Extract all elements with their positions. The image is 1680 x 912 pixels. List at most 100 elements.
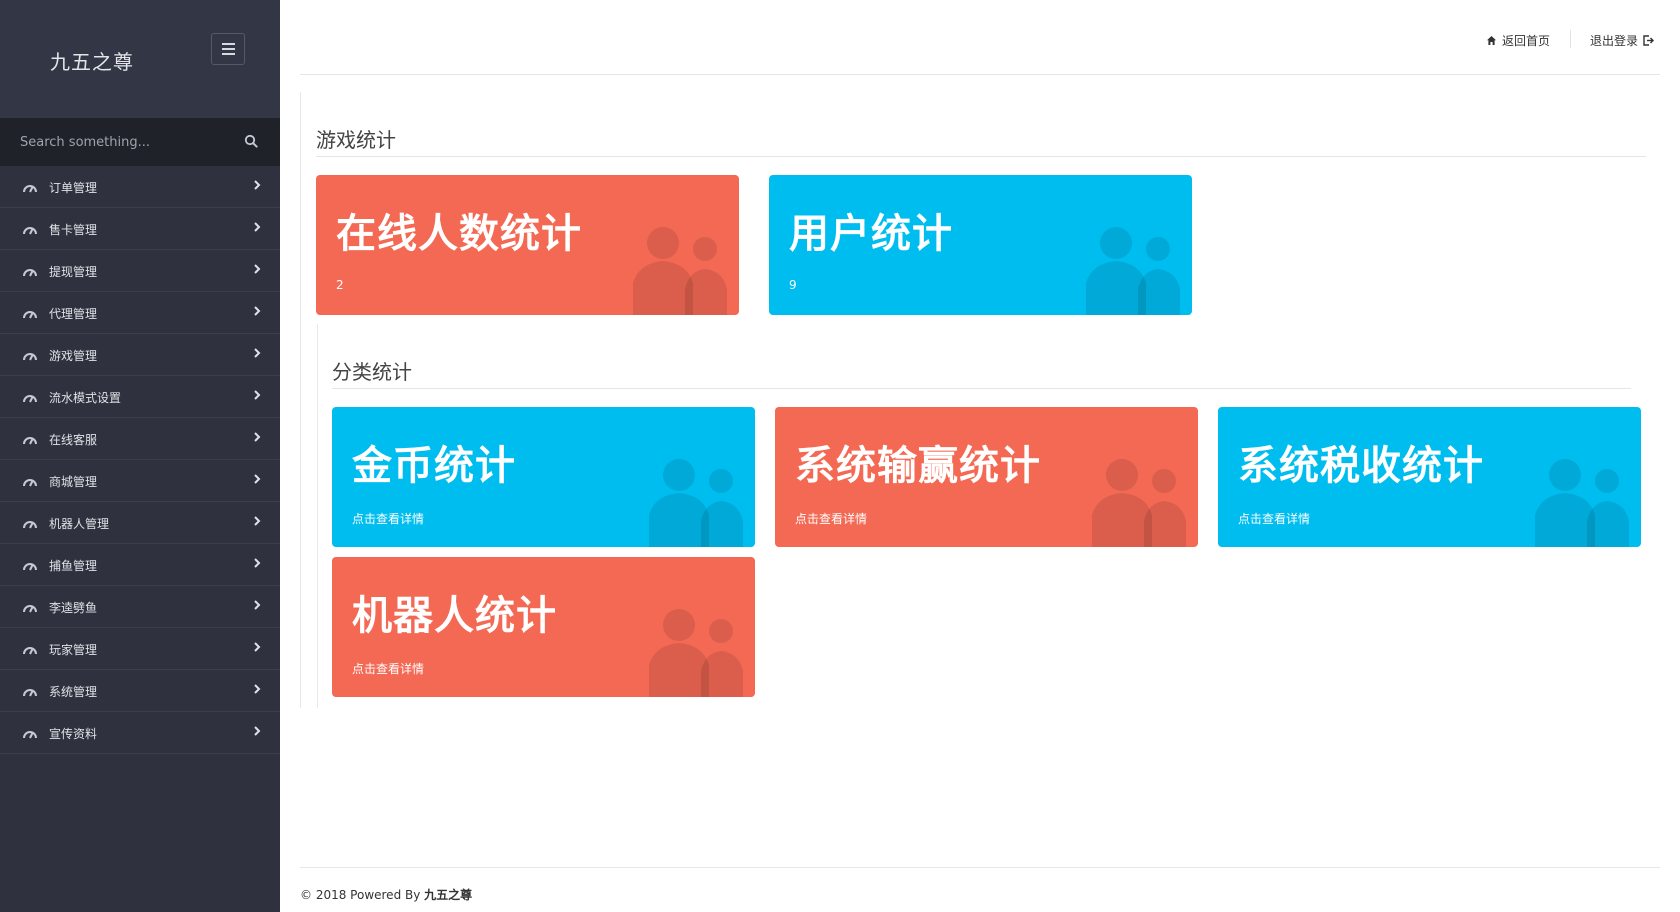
card-title: 系统税收统计 — [1238, 443, 1484, 489]
section-divider — [316, 156, 1646, 157]
sidebar-item-flow-mode[interactable]: 流水模式设置 — [0, 376, 280, 418]
sidebar-item-promo[interactable]: 宣传资料 — [0, 712, 280, 754]
footer-text: © 2018 Powered By 九五之尊 — [300, 886, 472, 903]
sidebar-item-label: 代理管理 — [49, 307, 98, 321]
sidebar-item-mall[interactable]: 商城管理 — [0, 460, 280, 502]
chevron-right-icon — [254, 684, 261, 694]
sidebar-item-label: 机器人管理 — [49, 517, 110, 531]
app-root: 九五之尊 订单管理 售卡管理 — [0, 0, 1680, 912]
card-detail-link[interactable]: 点击查看详情 — [352, 510, 424, 527]
system-win-loss-card[interactable]: 系统输赢统计 点击查看详情 — [775, 407, 1198, 547]
users-icon — [1092, 459, 1186, 547]
chevron-right-icon — [254, 390, 261, 400]
sidebar-item-likui-fish[interactable]: 李逵劈鱼 — [0, 586, 280, 628]
sidebar-item-order[interactable]: 订单管理 — [0, 166, 280, 208]
dashboard-gauge-icon — [23, 227, 37, 235]
chevron-right-icon — [254, 474, 261, 484]
chevron-right-icon — [254, 348, 261, 358]
sidebar-item-label: 捕鱼管理 — [49, 559, 98, 573]
chevron-right-icon — [254, 222, 261, 232]
sidebar-item-label: 商城管理 — [49, 475, 98, 489]
chevron-right-icon — [254, 306, 261, 316]
robot-stats-card[interactable]: 机器人统计 点击查看详情 — [332, 557, 755, 697]
footer: © 2018 Powered By 九五之尊 — [300, 867, 1660, 912]
card-title: 在线人数统计 — [336, 211, 582, 257]
chevron-right-icon — [254, 180, 261, 190]
card-value: 9 — [789, 278, 797, 292]
home-link[interactable]: 返回首页 — [1486, 32, 1550, 49]
dashboard-gauge-icon — [23, 395, 37, 403]
coin-stats-card[interactable]: 金币统计 点击查看详情 — [332, 407, 755, 547]
game-stats-title: 游戏统计 — [316, 128, 396, 152]
chevron-right-icon — [254, 264, 261, 274]
card-title: 系统输赢统计 — [795, 443, 1041, 489]
dashboard-gauge-icon — [23, 605, 37, 613]
main-content: 游戏统计 在线人数统计 2 用户统计 9 分类统计 金币统计 点击查看详情 系统… — [300, 92, 1660, 708]
dashboard-gauge-icon — [23, 647, 37, 655]
system-tax-card[interactable]: 系统税收统计 点击查看详情 — [1218, 407, 1641, 547]
logout-link-label: 退出登录 — [1590, 34, 1639, 48]
chevron-right-icon — [254, 558, 261, 568]
card-detail-link[interactable]: 点击查看详情 — [352, 660, 424, 677]
sidebar-item-system[interactable]: 系统管理 — [0, 670, 280, 712]
online-count-card[interactable]: 在线人数统计 2 — [316, 175, 739, 315]
top-bar: 返回首页 退出登录 — [300, 0, 1660, 75]
inner-panel-border — [317, 324, 318, 708]
sidebar-search — [0, 118, 280, 166]
user-stats-card[interactable]: 用户统计 9 — [769, 175, 1192, 315]
dashboard-gauge-icon — [23, 437, 37, 445]
sidebar-item-online-service[interactable]: 在线客服 — [0, 418, 280, 460]
sidebar-item-player[interactable]: 玩家管理 — [0, 628, 280, 670]
users-icon — [1535, 459, 1629, 547]
dashboard-gauge-icon — [23, 353, 37, 361]
dashboard-gauge-icon — [23, 311, 37, 319]
brand-title: 九五之尊 — [50, 50, 134, 74]
sidebar-item-label: 玩家管理 — [49, 643, 98, 657]
search-input[interactable] — [0, 118, 280, 166]
sidebar-toggle-button[interactable] — [211, 33, 245, 65]
brand-area: 九五之尊 — [0, 0, 280, 118]
users-icon — [633, 227, 727, 315]
sign-out-icon — [1643, 35, 1655, 46]
home-icon — [1487, 36, 1496, 45]
footer-copyright: © 2018 Powered By — [300, 888, 421, 902]
users-icon — [649, 459, 743, 547]
dashboard-gauge-icon — [23, 479, 37, 487]
chevron-right-icon — [254, 726, 261, 736]
card-title: 用户统计 — [789, 211, 953, 257]
sidebar-item-label: 提现管理 — [49, 265, 98, 279]
chevron-right-icon — [254, 642, 261, 652]
card-value: 2 — [336, 278, 344, 292]
chevron-right-icon — [254, 432, 261, 442]
dashboard-gauge-icon — [23, 731, 37, 739]
sidebar-item-game[interactable]: 游戏管理 — [0, 334, 280, 376]
sidebar-item-card-sales[interactable]: 售卡管理 — [0, 208, 280, 250]
sidebar-item-label: 李逵劈鱼 — [49, 601, 98, 615]
footer-brand: 九五之尊 — [424, 888, 473, 902]
card-detail-link[interactable]: 点击查看详情 — [1238, 510, 1310, 527]
dashboard-gauge-icon — [23, 521, 37, 529]
sidebar-item-withdraw[interactable]: 提现管理 — [0, 250, 280, 292]
header-divider — [1570, 30, 1571, 48]
dashboard-gauge-icon — [23, 563, 37, 571]
sidebar-item-label: 流水模式设置 — [49, 391, 122, 405]
search-icon[interactable] — [244, 134, 258, 148]
sidebar-item-label: 售卡管理 — [49, 223, 98, 237]
home-link-label: 返回首页 — [1502, 34, 1551, 48]
sidebar-item-fishing[interactable]: 捕鱼管理 — [0, 544, 280, 586]
sidebar-item-label: 系统管理 — [49, 685, 98, 699]
sidebar-item-robot[interactable]: 机器人管理 — [0, 502, 280, 544]
sidebar-item-agent[interactable]: 代理管理 — [0, 292, 280, 334]
card-detail-link[interactable]: 点击查看详情 — [795, 510, 867, 527]
sidebar: 九五之尊 订单管理 售卡管理 — [0, 0, 280, 912]
users-icon — [1086, 227, 1180, 315]
hamburger-icon — [221, 43, 235, 45]
sidebar-menu: 订单管理 售卡管理 提现管理 代理管理 游戏管理 流水模式设置 在线客服 商城管… — [0, 166, 280, 754]
card-title: 金币统计 — [352, 443, 516, 489]
dashboard-gauge-icon — [23, 185, 37, 193]
section-divider — [332, 388, 1631, 389]
sidebar-item-label: 宣传资料 — [49, 727, 98, 741]
chevron-right-icon — [254, 600, 261, 610]
sidebar-item-label: 订单管理 — [49, 181, 98, 195]
logout-link[interactable]: 退出登录 — [1590, 32, 1655, 49]
